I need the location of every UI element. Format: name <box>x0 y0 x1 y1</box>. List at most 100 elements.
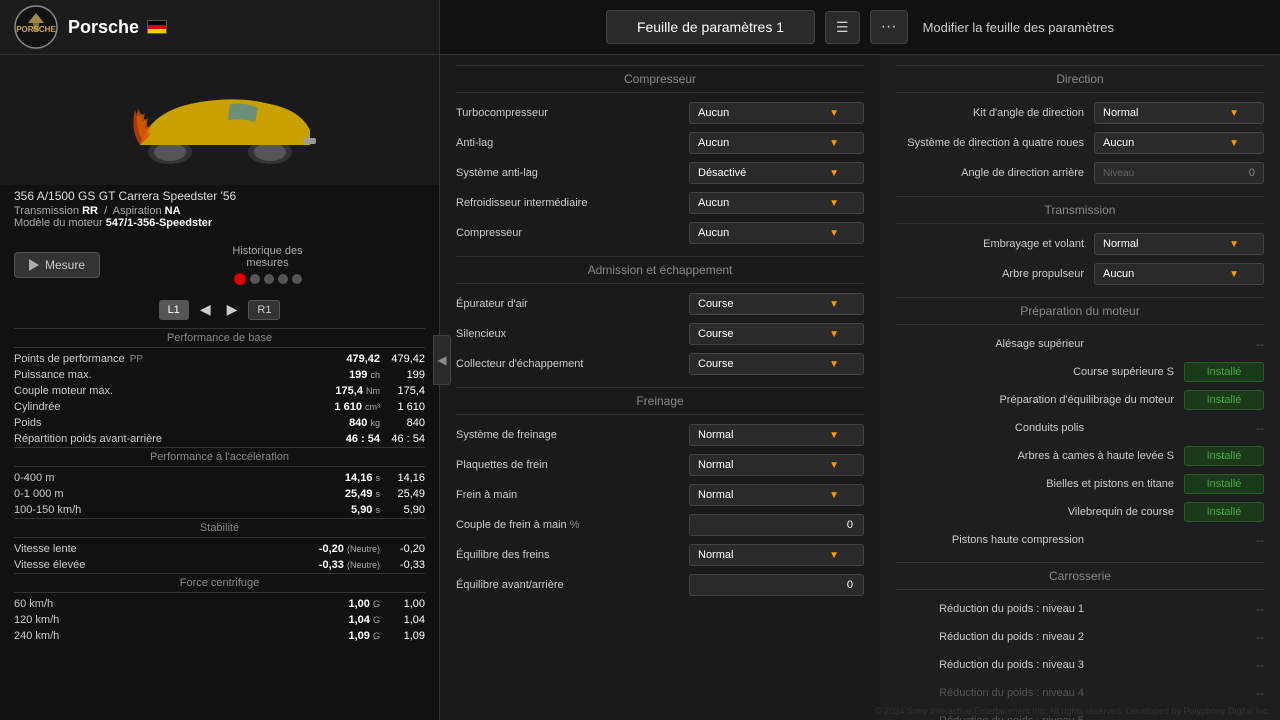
car-image-area <box>0 55 439 185</box>
plaquettes-select[interactable]: Normal▼ <box>689 454 864 476</box>
left-panel: PORSCHE Porsche 356 A/1500 GS GT Ca <box>0 0 440 720</box>
table-row: Points de performance PP 479,42 479,42 <box>14 351 425 367</box>
table-row: Puissance max. 199 ch 199 <box>14 367 425 383</box>
chevron-down-icon: ▼ <box>829 198 839 209</box>
centrifuge-header: Force centrifuge <box>14 573 425 593</box>
list-item: Refroidisseur intermédiaire Aucun▼ <box>456 188 864 218</box>
footer-text: © 2024 Sony Interactive Entertainment In… <box>875 706 1270 716</box>
anti-lag-select[interactable]: Aucun▼ <box>689 132 864 154</box>
chevron-down-icon: ▼ <box>1229 269 1239 280</box>
systeme-anti-lag-select[interactable]: Désactivé▼ <box>689 162 864 184</box>
angle-direction-input[interactable]: Niveau 0 <box>1094 162 1264 184</box>
freinage-header: Freinage <box>456 387 864 415</box>
chevron-down-icon: ▼ <box>829 550 839 561</box>
dot-1 <box>250 274 260 284</box>
collecteur-select[interactable]: Course▼ <box>689 353 864 375</box>
poids-1-value: -- <box>1094 602 1264 616</box>
equilibre-freins-select[interactable]: Normal▼ <box>689 544 864 566</box>
embrayage-select[interactable]: Normal▼ <box>1094 233 1264 255</box>
list-item: Épurateur d'air Course▼ <box>456 289 864 319</box>
list-item: Système de direction à quatre roues Aucu… <box>896 128 1264 158</box>
direction-quatre-roues-select[interactable]: Aucun▼ <box>1094 132 1264 154</box>
carrosserie-header: Carrosserie <box>896 562 1264 590</box>
compresseur-select[interactable]: Aucun▼ <box>689 222 864 244</box>
table-row: 100-150 km/h 5,90 s 5,90 <box>14 502 425 518</box>
table-row: 60 km/h 1,00 G 1,00 <box>14 596 425 612</box>
list-item: Système de freinage Normal▼ <box>456 420 864 450</box>
car-image <box>110 70 330 170</box>
nav-l1-button[interactable]: L1 <box>159 300 189 320</box>
list-item: Réduction du poids : niveau 2 -- <box>896 623 1264 651</box>
perf-base-header: Performance de base <box>14 328 425 348</box>
list-item: Angle de direction arrière Niveau 0 <box>896 158 1264 188</box>
chevron-down-icon: ▼ <box>829 329 839 340</box>
feuille-title: Feuille de paramètres 1 <box>606 10 815 44</box>
compresseur-header: Compresseur <box>456 65 864 93</box>
turbocompresseur-select[interactable]: Aucun▼ <box>689 102 864 124</box>
list-item: Silencieux Course▼ <box>456 319 864 349</box>
preparation-equilibrage-badge: Installé <box>1184 390 1264 410</box>
transmission-label: Transmission <box>14 205 79 217</box>
list-item: Conduits polis -- <box>896 414 1264 442</box>
mesure-button[interactable]: Mesure <box>14 252 100 278</box>
table-row: 0-400 m 14,16 s 14,16 <box>14 470 425 486</box>
vilebrequin-badge: Installé <box>1184 502 1264 522</box>
silencieux-select[interactable]: Course▼ <box>689 323 864 345</box>
direction-header: Direction <box>896 65 1264 93</box>
list-item: Équilibre avant/arrière 0 <box>456 570 864 600</box>
list-item: Arbre propulseur Aucun▼ <box>896 259 1264 289</box>
collapse-panel-button[interactable]: ◀ <box>433 335 451 385</box>
nav-prev-button[interactable]: ◀ <box>195 299 216 320</box>
list-item: Réduction du poids : niveau 3 -- <box>896 651 1264 679</box>
arbre-propulseur-select[interactable]: Aucun▼ <box>1094 263 1264 285</box>
table-row: Poids 840 kg 840 <box>14 415 425 431</box>
list-item: Alésage supérieur -- <box>896 330 1264 358</box>
bielles-pistons-badge: Installé <box>1184 474 1264 494</box>
stabilite-header: Stabilité <box>14 518 425 538</box>
nav-r1-button[interactable]: R1 <box>248 300 280 320</box>
dots-button[interactable]: ··· <box>870 10 908 44</box>
table-row: Cylindrée 1 610 cm³ 1 610 <box>14 399 425 415</box>
chevron-down-icon: ▼ <box>829 359 839 370</box>
nav-next-button[interactable]: ▶ <box>222 299 243 320</box>
alesage-value: -- <box>1094 337 1264 351</box>
mesure-section: Mesure Historique desmesures <box>0 235 439 295</box>
perf-section: Performance de base Points de performanc… <box>0 324 439 644</box>
table-row: Vitesse lente -0,20 (Neutre) -0,20 <box>14 541 425 557</box>
car-info: 356 A/1500 GS GT Carrera Speedster '56 T… <box>0 185 439 235</box>
engine-val: 547/1-356-Speedster <box>106 217 212 229</box>
list-item: Collecteur d'échappement Course▼ <box>456 349 864 379</box>
table-row: 240 km/h 1,09 G 1,09 <box>14 628 425 644</box>
epurateur-select[interactable]: Course▼ <box>689 293 864 315</box>
transmission-header: Transmission <box>896 196 1264 224</box>
table-row: 0-1 000 m 25,49 s 25,49 <box>14 486 425 502</box>
list-item: Compresseur Aucun▼ <box>456 218 864 248</box>
mesure-label: Mesure <box>45 258 85 272</box>
kit-angle-select[interactable]: Normal▼ <box>1094 102 1264 124</box>
hamburger-button[interactable]: ☰ <box>825 11 860 44</box>
couple-frein-input[interactable]: 0 <box>689 514 864 536</box>
list-item: Réduction du poids : niveau 1 -- <box>896 595 1264 623</box>
chevron-down-icon: ▼ <box>1229 239 1239 250</box>
course-superieure-badge: Installé <box>1184 362 1264 382</box>
list-item: Vilebrequin de course Installé <box>896 498 1264 526</box>
engine-label: Modèle du moteur <box>14 217 103 229</box>
conduits-polis-value: -- <box>1094 421 1264 435</box>
list-item: Réduction du poids : niveau 4 -- <box>896 679 1264 707</box>
table-row: Couple moteur max. 175,4 Nm 175,4 <box>14 383 425 399</box>
accel-header: Performance à l'accélération <box>14 447 425 467</box>
refroidisseur-select[interactable]: Aucun▼ <box>689 192 864 214</box>
chevron-down-icon: ▼ <box>1229 108 1239 119</box>
dot-3 <box>278 274 288 284</box>
list-item: Anti-lag Aucun▼ <box>456 128 864 158</box>
systeme-freinage-select[interactable]: Normal▼ <box>689 424 864 446</box>
list-item: Équilibre des freins Normal▼ <box>456 540 864 570</box>
arbres-cames-badge: Installé <box>1184 446 1264 466</box>
equilibre-avant-arriere-input[interactable]: 0 <box>689 574 864 596</box>
chevron-down-icon: ▼ <box>829 299 839 310</box>
list-item: Pistons haute compression -- <box>896 526 1264 554</box>
nav-row: L1 ◀ ▶ R1 <box>0 295 439 324</box>
frein-main-select[interactable]: Normal▼ <box>689 484 864 506</box>
list-item: Système anti-lag Désactivé▼ <box>456 158 864 188</box>
list-item: Embrayage et volant Normal▼ <box>896 229 1264 259</box>
